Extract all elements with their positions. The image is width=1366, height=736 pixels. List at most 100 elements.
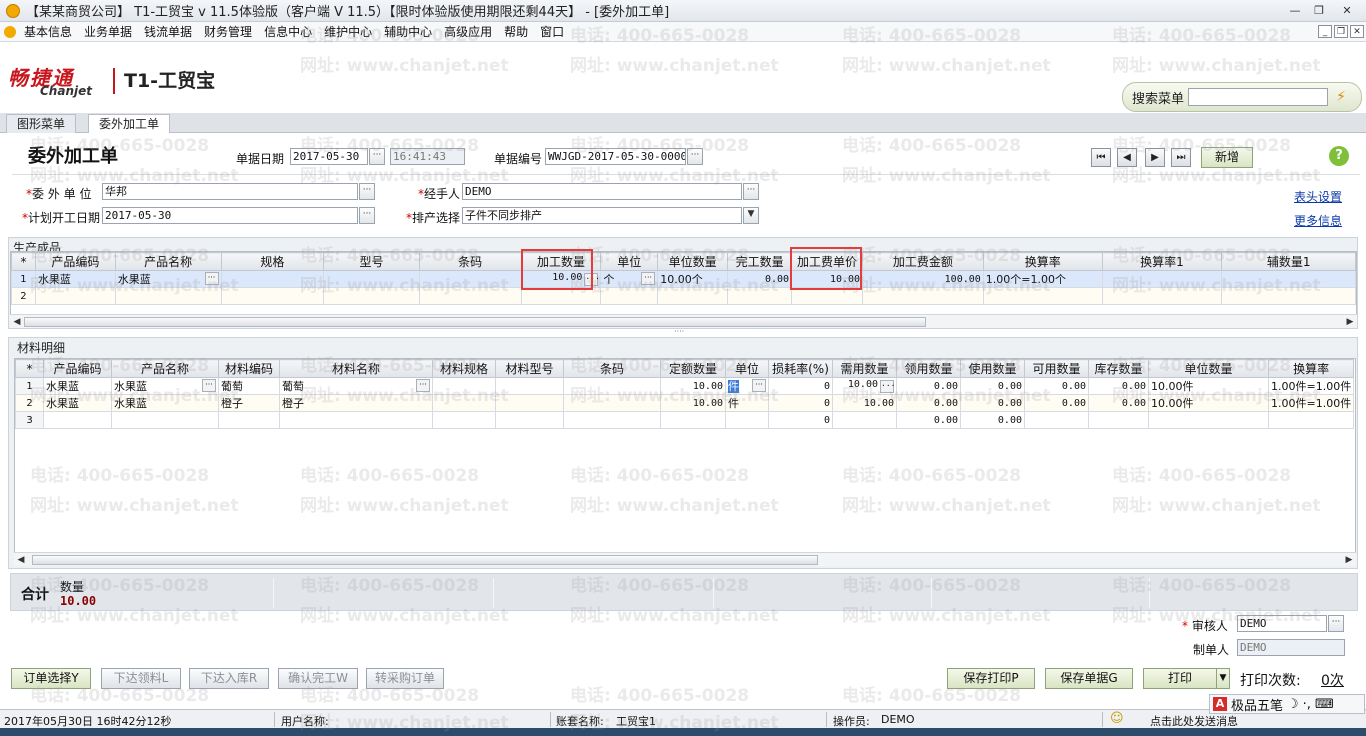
menu-maintenance[interactable]: 维护中心 — [324, 23, 384, 40]
material-spec-cell[interactable] — [432, 394, 496, 412]
print-dropdown-icon[interactable]: ▼ — [1216, 668, 1230, 689]
column-header[interactable]: 需用数量 — [832, 359, 897, 378]
tab-graphic-menu[interactable]: 图形菜单 — [6, 114, 77, 133]
search-input[interactable] — [1188, 88, 1329, 106]
material-picker-button[interactable]: ··· — [416, 379, 430, 392]
product-code-cell[interactable]: 水果蓝 — [34, 270, 116, 288]
column-header[interactable]: 材料名称 — [279, 359, 433, 378]
search-go-icon[interactable]: ⚡ — [1332, 88, 1350, 106]
menu-info-center[interactable]: 信息中心 — [264, 23, 324, 40]
column-header[interactable]: 损耗率(%) — [768, 359, 833, 378]
more-info-link[interactable]: 更多信息 — [1294, 212, 1342, 229]
column-header[interactable]: 条码 — [563, 359, 661, 378]
spec-cell[interactable] — [220, 270, 325, 288]
conversion-rate-cell[interactable]: 1.00个=1.00个 — [982, 270, 1103, 288]
barcode-cell[interactable] — [418, 270, 522, 288]
table-row[interactable]: 2 — [11, 287, 1356, 305]
tab-outsourcing-order[interactable]: 委外加工单 — [88, 114, 171, 133]
menu-aux-center[interactable]: 辅助中心 — [384, 23, 444, 40]
column-header[interactable]: 单位数量 — [657, 252, 729, 271]
status-feedback[interactable]: 点击此处发送消息 — [1150, 713, 1238, 729]
column-header[interactable]: 规格 — [220, 252, 325, 271]
scroll-thumb[interactable] — [32, 555, 818, 565]
taken-qty-cell[interactable]: 0.00 — [896, 394, 961, 412]
mdi-restore-icon[interactable]: ❐ — [1334, 25, 1348, 38]
column-header[interactable]: 库存数量 — [1088, 359, 1149, 378]
scroll-left-icon[interactable]: ◀ — [10, 315, 24, 329]
menu-finance[interactable]: 财务管理 — [204, 23, 264, 40]
column-header[interactable]: 使用数量 — [960, 359, 1025, 378]
column-header[interactable]: 可用数量 — [1024, 359, 1089, 378]
to-purchase-button[interactable]: 转采购订单 — [366, 668, 444, 689]
products-hscrollbar[interactable]: ◀ ▶ — [10, 314, 1357, 328]
material-name-cell[interactable]: 葡萄 ··· — [279, 377, 433, 395]
available-qty-cell[interactable]: 0.00 — [1024, 377, 1089, 395]
schedule-select[interactable]: 子件不同步排产 — [462, 207, 742, 224]
model-cell[interactable] — [323, 270, 420, 288]
next-record-button[interactable]: ▶ — [1145, 148, 1165, 167]
product-name-cell[interactable]: 水果蓝 ··· — [114, 270, 222, 288]
material-code-cell[interactable]: 橙子 — [218, 394, 280, 412]
mdi-minimize-icon[interactable]: _ — [1318, 25, 1332, 38]
need-qty-cell[interactable]: 10.00 — [832, 394, 897, 412]
new-button[interactable]: 新增 — [1201, 147, 1253, 168]
column-header[interactable]: 单位数量 — [1148, 359, 1269, 378]
prev-record-button[interactable]: ◀ — [1117, 148, 1137, 167]
restore-icon[interactable]: ❐ — [1308, 2, 1330, 19]
unit-qty-cell[interactable]: 10.00件 — [1148, 394, 1269, 412]
material-model-cell[interactable] — [495, 377, 564, 395]
unit-picker-button[interactable]: ··· — [641, 272, 656, 285]
loss-rate-cell[interactable]: 0 — [768, 394, 833, 412]
ime-toolbar[interactable]: A 极品五笔 ☽ ·, ⌨ — [1209, 694, 1365, 714]
loss-rate-cell[interactable]: 0 — [768, 411, 833, 429]
product-name-cell[interactable]: 水果蓝 ··· — [111, 377, 219, 395]
column-header[interactable]: 单位 — [725, 359, 769, 378]
smiley-icon[interactable]: ☺ — [1110, 711, 1124, 726]
column-header[interactable]: 单位 — [600, 252, 659, 271]
menu-basic-info[interactable]: 基本信息 — [24, 23, 84, 40]
stock-qty-cell[interactable]: 0.00 — [1088, 377, 1149, 395]
punctuation-icon[interactable]: ·, — [1303, 697, 1311, 712]
table-row[interactable]: 2 水果蓝 水果蓝 橙子 橙子 10.00 件 0 10.00 0.00 0.0… — [15, 394, 1355, 412]
keyboard-icon[interactable]: ⌨ — [1315, 697, 1334, 712]
scroll-right-icon[interactable]: ▶ — [1343, 315, 1357, 329]
column-header[interactable]: 材料规格 — [432, 359, 496, 378]
column-header[interactable]: 产品编码 — [34, 252, 116, 271]
product-code-cell[interactable]: 水果蓝 — [43, 377, 112, 395]
material-spec-cell[interactable] — [432, 377, 496, 395]
scroll-thumb[interactable] — [24, 317, 926, 327]
confirm-done-button[interactable]: 确认完工W — [278, 668, 358, 689]
column-header[interactable]: 产品名称 — [111, 359, 219, 378]
materials-hscrollbar[interactable]: ◀ ▶ — [14, 552, 1356, 566]
column-header[interactable]: 换算率 — [1267, 359, 1355, 378]
unit-cell[interactable]: 件 ··· — [725, 377, 769, 395]
save-doc-button[interactable]: 保存单据G — [1045, 668, 1133, 689]
table-row[interactable]: 1 水果蓝 水果蓝 ··· 10.00 ··· 个 ··· 10.00个 0.00 1… — [11, 270, 1356, 288]
used-qty-cell[interactable]: 0.00 — [960, 394, 1025, 412]
date-picker-button[interactable]: ··· — [369, 148, 385, 165]
splitter-handle[interactable]: ···· — [674, 328, 690, 336]
need-qty-picker-button[interactable]: ··· — [880, 380, 895, 393]
minimize-icon[interactable]: — — [1284, 2, 1306, 19]
table-row[interactable]: 3 0 0.00 0.00 — [15, 411, 1355, 429]
process-amount-cell[interactable]: 100.00 — [862, 270, 984, 288]
loss-rate-cell[interactable]: 0 — [768, 377, 833, 395]
taken-qty-cell[interactable]: 0.00 — [896, 377, 961, 395]
order-select-button[interactable]: 订单选择Y — [11, 668, 91, 689]
column-header[interactable]: 材料编码 — [218, 359, 280, 378]
chevron-down-icon[interactable]: ▼ — [743, 207, 759, 224]
vendor-field[interactable]: 华邦 — [102, 183, 358, 200]
issue-stock-button[interactable]: 下达入库R — [189, 668, 269, 689]
scroll-right-icon[interactable]: ▶ — [1342, 553, 1356, 567]
print-button[interactable]: 打印 — [1143, 668, 1217, 689]
column-header[interactable]: 辅数量1 — [1221, 252, 1356, 271]
menu-cash-docs[interactable]: 钱流单据 — [144, 23, 204, 40]
barcode-cell[interactable] — [563, 377, 661, 395]
product-picker-button[interactable]: ··· — [204, 272, 219, 285]
used-qty-cell[interactable]: 0.00 — [960, 411, 1025, 429]
column-header[interactable]: 完工数量 — [727, 252, 793, 271]
conversion-rate-cell[interactable]: 1.00件=1.00件 — [1267, 394, 1355, 412]
column-header[interactable]: 换算率1 — [1101, 252, 1223, 271]
header-settings-link[interactable]: 表头设置 — [1294, 188, 1342, 205]
date-field[interactable]: 2017-05-30 — [290, 148, 368, 165]
